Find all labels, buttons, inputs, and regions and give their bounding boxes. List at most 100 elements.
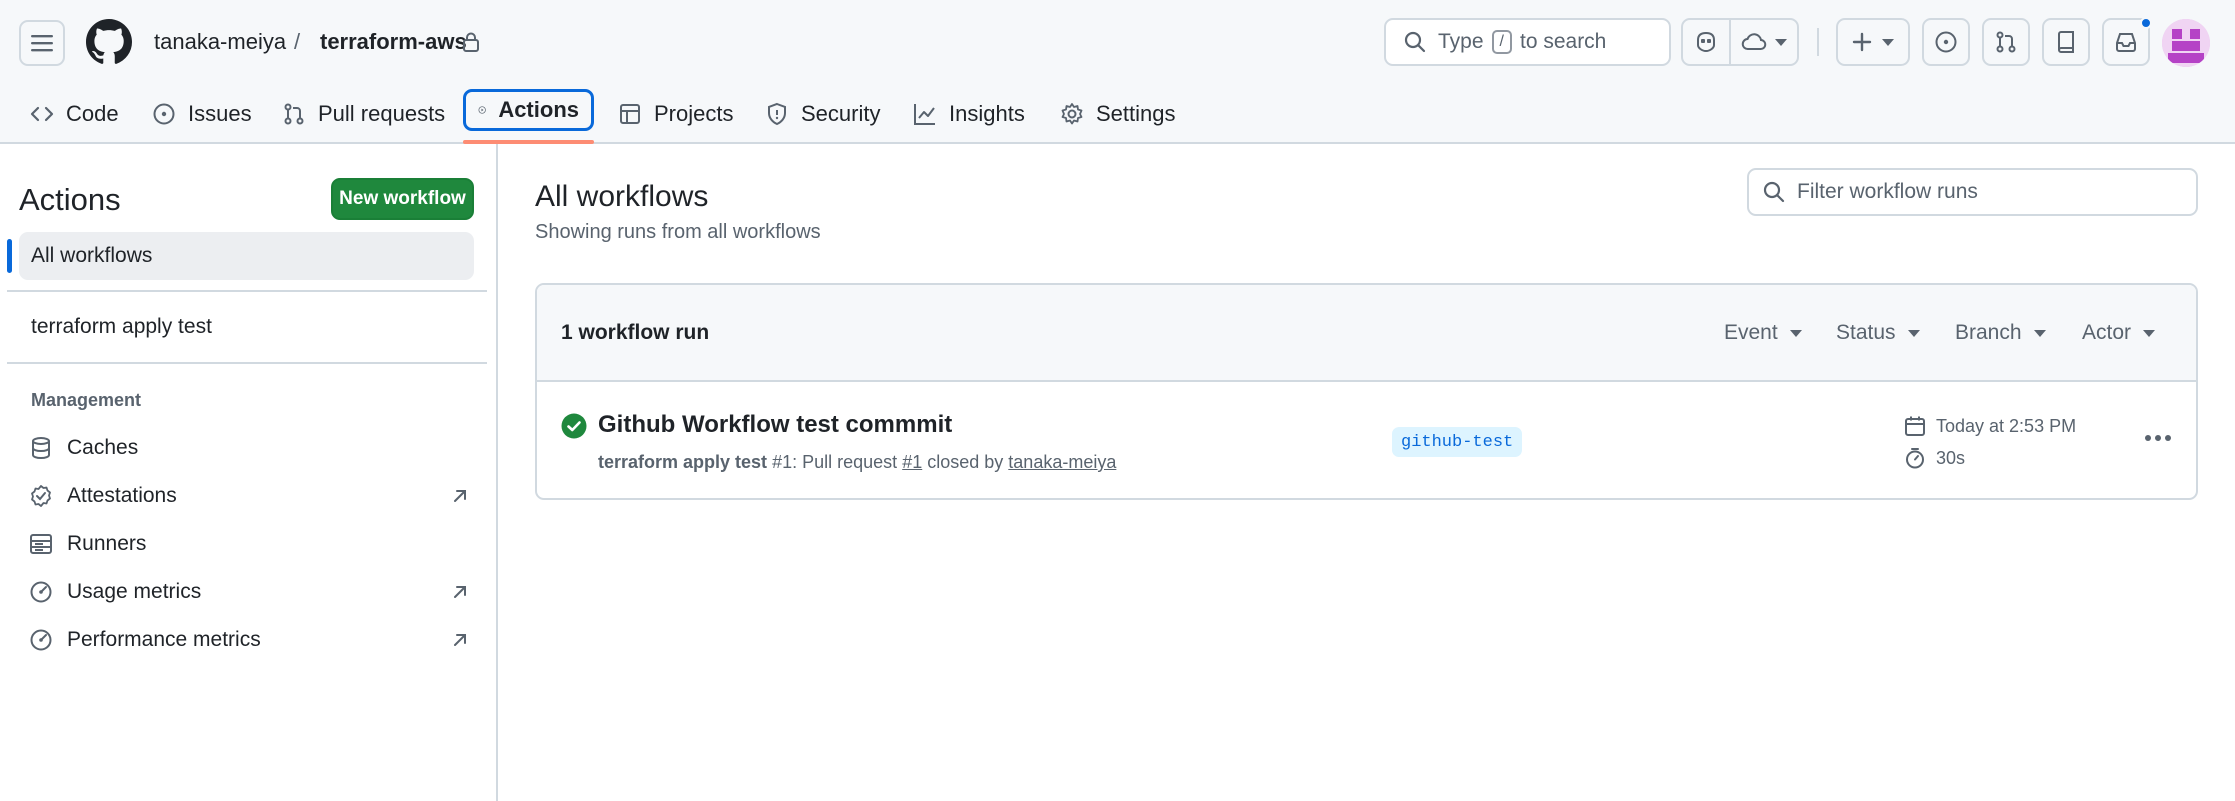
header-divider (1817, 28, 1819, 56)
tab-insights[interactable]: Insights (901, 90, 1037, 138)
github-logo-icon[interactable] (86, 19, 132, 65)
dropdown-label: Actor (2082, 321, 2132, 344)
event-filter-dropdown[interactable]: Event (1724, 321, 1802, 345)
run-date: Today at 2:53 PM (1904, 415, 2076, 437)
notification-dot (2140, 17, 2152, 29)
dropdown-label: Branch (1955, 321, 2022, 344)
search-prefix: Type (1438, 30, 1484, 53)
copilot-menu-button[interactable] (1729, 20, 1797, 64)
run-date-text: Today at 2:53 PM (1936, 415, 2077, 436)
graph-icon (914, 104, 935, 125)
run-options-button[interactable] (2138, 423, 2178, 453)
runs-list-header: 1 workflow run Event Status Branch Actor (537, 285, 2196, 382)
sidebar-divider (7, 290, 487, 292)
sidebar-item-all-workflows[interactable]: All workflows (19, 232, 474, 280)
dropdown-label: Event (1724, 321, 1778, 344)
sidebar-item-runners[interactable]: Runners (29, 526, 469, 562)
sidebar-item-label: Performance metrics (67, 628, 261, 651)
server-icon (30, 534, 52, 554)
kebab-horizontal-icon (2145, 435, 2171, 441)
repositories-button[interactable] (2042, 18, 2090, 66)
tab-label: Insights (949, 101, 1025, 126)
new-workflow-button[interactable]: New workflow (331, 178, 474, 220)
run-meta: terraform apply test #1: Pull request #1… (598, 452, 1116, 473)
sidebar-item-usage-metrics[interactable]: Usage metrics (29, 574, 469, 610)
runs-count: 1 workflow run (561, 321, 710, 344)
branch-filter-dropdown[interactable]: Branch (1955, 321, 2046, 345)
breadcrumb-separator: / (294, 29, 301, 54)
tab-label: Issues (188, 101, 252, 126)
chevron-down-icon (1789, 329, 1802, 337)
tab-issues[interactable]: Issues (140, 90, 264, 138)
shield-icon (768, 102, 786, 126)
cloud-icon (1741, 33, 1767, 50)
actor-filter-dropdown[interactable]: Actor (2082, 321, 2156, 345)
chevron-down-icon (1775, 38, 1787, 46)
sidebar-item-caches[interactable]: Caches (29, 430, 469, 466)
lock-icon (463, 32, 479, 52)
meter-icon (30, 629, 52, 651)
user-avatar[interactable] (2162, 19, 2210, 67)
copilot-button-group (1681, 18, 1799, 66)
database-icon (32, 437, 50, 460)
sidebar-item-label: Usage metrics (67, 580, 202, 603)
external-link-icon (454, 586, 466, 598)
sidebar-title: Actions (19, 182, 121, 217)
page-title: All workflows (535, 180, 709, 213)
branch-badge[interactable]: github-test (1392, 427, 1523, 457)
actions-sidebar: Actions New workflow All workflows terra… (0, 144, 498, 801)
pull-requests-button[interactable] (1982, 18, 2030, 66)
tab-code[interactable]: Code (18, 90, 131, 138)
tab-pull-requests[interactable]: Pull requests (270, 90, 457, 138)
pull-request-icon (1996, 31, 2016, 53)
dropdown-label: Status (1836, 321, 1896, 344)
chevron-down-icon (1882, 38, 1894, 46)
hamburger-icon (31, 35, 53, 52)
sidebar-item-attestations[interactable]: Attestations (29, 478, 469, 514)
run-workflow-name: terraform apply test (598, 452, 768, 472)
tab-label: Settings (1096, 101, 1176, 126)
create-new-button[interactable] (1836, 18, 1910, 66)
issue-icon (153, 103, 175, 125)
run-title-link[interactable]: Github Workflow test commmit (598, 411, 952, 439)
global-header: tanaka-meiya / terraform-aws Type / to s… (0, 0, 2235, 144)
meter-icon (30, 581, 52, 603)
tab-settings[interactable]: Settings (1048, 90, 1188, 138)
filter-runs-input[interactable]: Filter workflow runs (1747, 168, 2198, 216)
inbox-icon (2116, 33, 2136, 52)
pull-request-link[interactable]: #1 (902, 452, 922, 472)
issue-icon (1935, 31, 1957, 53)
play-icon (478, 106, 486, 114)
tab-projects[interactable]: Projects (606, 90, 745, 138)
issues-button[interactable] (1922, 18, 1970, 66)
calendar-icon (1905, 416, 1925, 436)
tab-label: Actions (498, 97, 579, 122)
stopwatch-icon (1906, 448, 1924, 469)
table-icon (620, 104, 640, 124)
sidebar-item-workflow[interactable]: terraform apply test (31, 315, 212, 339)
search-suffix: to search (1519, 30, 1607, 53)
plus-icon (1852, 32, 1872, 52)
search-input[interactable]: Type / to search (1384, 18, 1671, 66)
chevron-down-icon (2143, 329, 2156, 337)
repo-icon (2058, 31, 2074, 53)
tab-security[interactable]: Security (753, 90, 892, 138)
copilot-button[interactable] (1683, 20, 1729, 64)
sidebar-item-performance-metrics[interactable]: Performance metrics (29, 622, 469, 658)
tab-label: Security (801, 101, 881, 126)
selected-indicator (7, 239, 12, 273)
verified-icon (31, 485, 51, 507)
filter-placeholder: Filter workflow runs (1797, 180, 1978, 203)
workflow-runs-list: 1 workflow run Event Status Branch Actor… (535, 283, 2198, 500)
code-icon (30, 106, 54, 122)
breadcrumb-repo[interactable]: terraform-aws (320, 29, 467, 55)
external-link-icon (454, 634, 466, 646)
chevron-down-icon (2033, 329, 2046, 337)
tab-actions[interactable]: Actions (463, 89, 594, 131)
sidebar-item-label: Caches (67, 436, 139, 459)
menu-button[interactable] (19, 20, 65, 66)
run-duration: 30s (1904, 447, 1965, 469)
user-link[interactable]: tanaka-meiya (1008, 452, 1116, 472)
breadcrumb-owner[interactable]: tanaka-meiya (154, 29, 286, 55)
status-filter-dropdown[interactable]: Status (1836, 321, 1920, 345)
